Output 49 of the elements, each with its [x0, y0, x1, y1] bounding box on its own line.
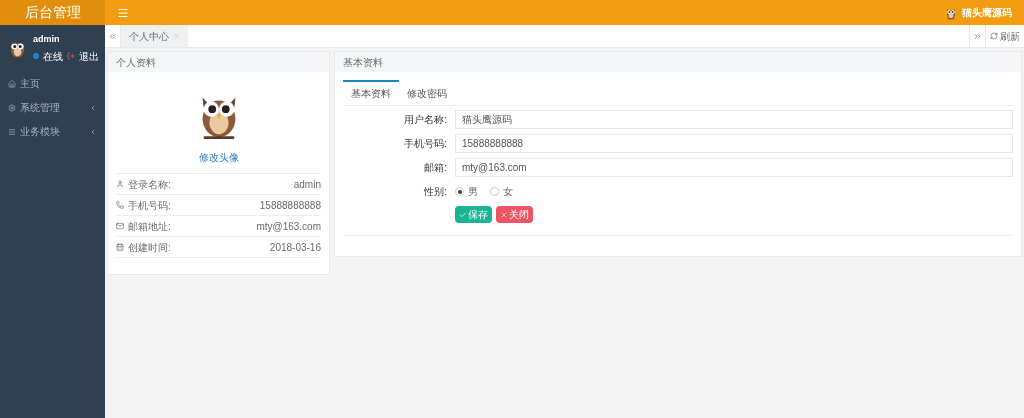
nav-icon [8, 103, 16, 112]
chevron-icon [89, 127, 97, 136]
info-label: 邮箱地址: [128, 219, 171, 234]
app-title: 后台管理 [0, 0, 105, 25]
radio-option[interactable]: 男 [455, 184, 478, 199]
nav-icon [8, 127, 16, 136]
form-tab[interactable]: 修改密码 [399, 80, 455, 105]
card-title: 基本资料 [335, 52, 1021, 72]
chevron-icon [89, 103, 97, 112]
card-title: 个人资料 [108, 52, 329, 72]
radio-option[interactable]: 女 [490, 184, 513, 199]
menu-icon[interactable] [117, 6, 129, 19]
scroll-left-icon[interactable] [108, 31, 117, 41]
field-label: 邮箱: [423, 161, 448, 175]
check-icon [459, 210, 467, 219]
sidebar-item[interactable]: 业务模块 [0, 119, 105, 144]
logout-link[interactable]: 退出 [79, 48, 99, 64]
info-label: 创建时间: [128, 240, 171, 255]
online-status: 在线 [43, 49, 63, 64]
sidebar-item[interactable]: 主页 [0, 71, 105, 96]
info-icon [116, 180, 124, 188]
change-avatar-link[interactable]: 修改头像 [198, 150, 239, 165]
close-icon[interactable] [173, 32, 180, 40]
field-label: 手机号码: [403, 137, 448, 151]
logout-icon [67, 52, 75, 60]
info-icon [116, 201, 124, 209]
info-icon [116, 243, 124, 251]
field-label: 用户名称: [403, 113, 448, 127]
info-icon [116, 222, 124, 230]
user-name: admin [33, 33, 61, 46]
form-tab[interactable]: 基本资料 [343, 80, 399, 105]
scroll-right-icon[interactable] [973, 31, 982, 41]
field-label: 性别: [423, 185, 448, 199]
close-button[interactable]: 关闭 [496, 206, 533, 223]
nav-icon [8, 79, 16, 88]
info-label: 登录名称: [128, 177, 171, 192]
input-field[interactable]: mty@163.com [455, 158, 1013, 177]
refresh-icon [990, 32, 998, 40]
input-field[interactable]: 15888888888 [455, 134, 1013, 153]
info-value: 2018-03-16 [269, 240, 321, 255]
sidebar-item[interactable]: 系统管理 [0, 95, 105, 120]
page-tab[interactable]: 个人中心 [121, 25, 188, 47]
info-value: mty@163.com [256, 219, 321, 234]
refresh-button[interactable]: 刷新 [985, 25, 1024, 47]
info-value: 15888888888 [259, 198, 321, 213]
info-value: admin [293, 177, 321, 192]
info-label: 手机号码: [128, 198, 171, 213]
close-icon [500, 210, 508, 219]
input-field[interactable]: 猫头鹰源码 [455, 110, 1013, 129]
